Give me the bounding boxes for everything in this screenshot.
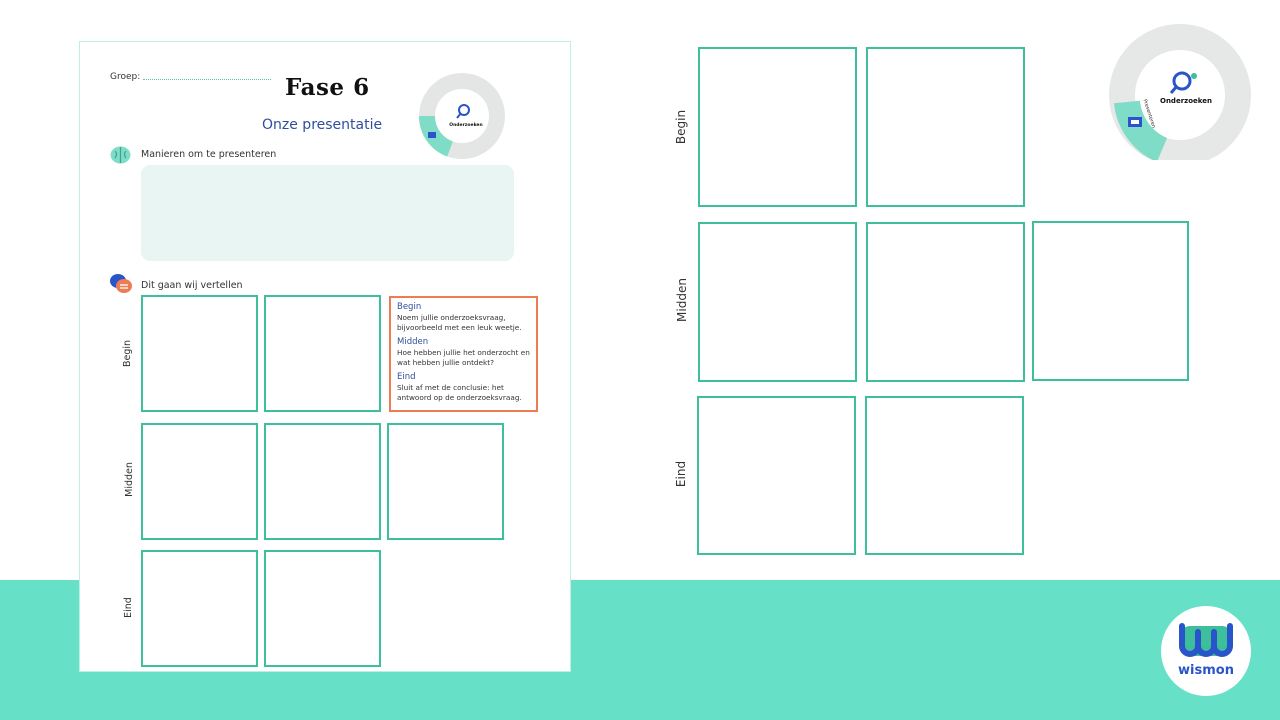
groep-dotted-line (143, 79, 272, 80)
info-eind-text: Sluit af met de conclusie: het antwoord … (397, 383, 522, 402)
brain-icon (110, 146, 131, 164)
instructions-box: Begin Noem jullie onderzoeksvraag, bijvo… (389, 296, 538, 412)
zoom-frame-eind-1[interactable] (697, 396, 856, 555)
worksheet-page: Groep: Fase 6 Onze presentatie Onderzoek… (79, 41, 571, 672)
info-begin-text: Noem jullie onderzoeksvraag, bijvoorbeel… (397, 313, 522, 332)
section-tell-label: Dit gaan wij vertellen (141, 280, 243, 291)
info-midden-text: Hoe hebben jullie het onderzocht en wat … (397, 348, 530, 367)
zoom-row-label-begin: Begin (674, 109, 689, 145)
page-subtitle: Onze presentatie (262, 117, 383, 133)
zoom-frame-begin-1[interactable] (698, 47, 857, 207)
groep-label: Groep: (110, 72, 141, 82)
phase-wheel-large-icon: Onderzoeken Presenteren (1109, 24, 1251, 160)
zoom-row-label-midden: Midden (674, 278, 689, 322)
row-label-begin: Begin (122, 339, 134, 368)
ways-answer-box[interactable] (141, 165, 514, 261)
zoom-frame-midden-2[interactable] (866, 222, 1025, 382)
frame-eind-1[interactable] (141, 550, 258, 667)
frame-midden-2[interactable] (264, 423, 381, 540)
row-label-eind: Eind (122, 597, 134, 618)
info-begin-heading: Begin (397, 302, 422, 312)
phase-wheel-icon: Onderzoeken (418, 73, 505, 159)
wheel-label: Onderzoeken (449, 122, 482, 128)
info-eind-heading: Eind (397, 372, 416, 383)
frame-begin-2[interactable] (264, 295, 381, 412)
row-label-midden: Midden (123, 462, 135, 497)
info-midden-heading: Midden (397, 337, 429, 348)
frame-eind-2[interactable] (264, 550, 381, 667)
section-ways-label: Manieren om te presenteren (141, 149, 277, 160)
zoom-frame-midden-3[interactable] (1032, 221, 1189, 381)
wheel-large-label: Onderzoeken (1160, 97, 1212, 105)
zoom-frame-eind-2[interactable] (865, 396, 1024, 555)
zoom-frame-begin-2[interactable] (866, 47, 1025, 207)
zoom-row-label-eind: Eind (674, 460, 689, 488)
page-title: Fase 6 (285, 74, 370, 101)
groep-field: Groep: (110, 72, 272, 82)
speech-bubbles-icon (110, 274, 132, 293)
wismon-mark-icon (1179, 623, 1233, 657)
brand-name: wismon (1178, 663, 1234, 678)
wismon-logo: wismon (1161, 606, 1251, 696)
frame-midden-1[interactable] (141, 423, 258, 540)
zoom-frame-midden-1[interactable] (698, 222, 857, 382)
frame-begin-1[interactable] (141, 295, 258, 412)
frame-midden-3[interactable] (387, 423, 504, 540)
